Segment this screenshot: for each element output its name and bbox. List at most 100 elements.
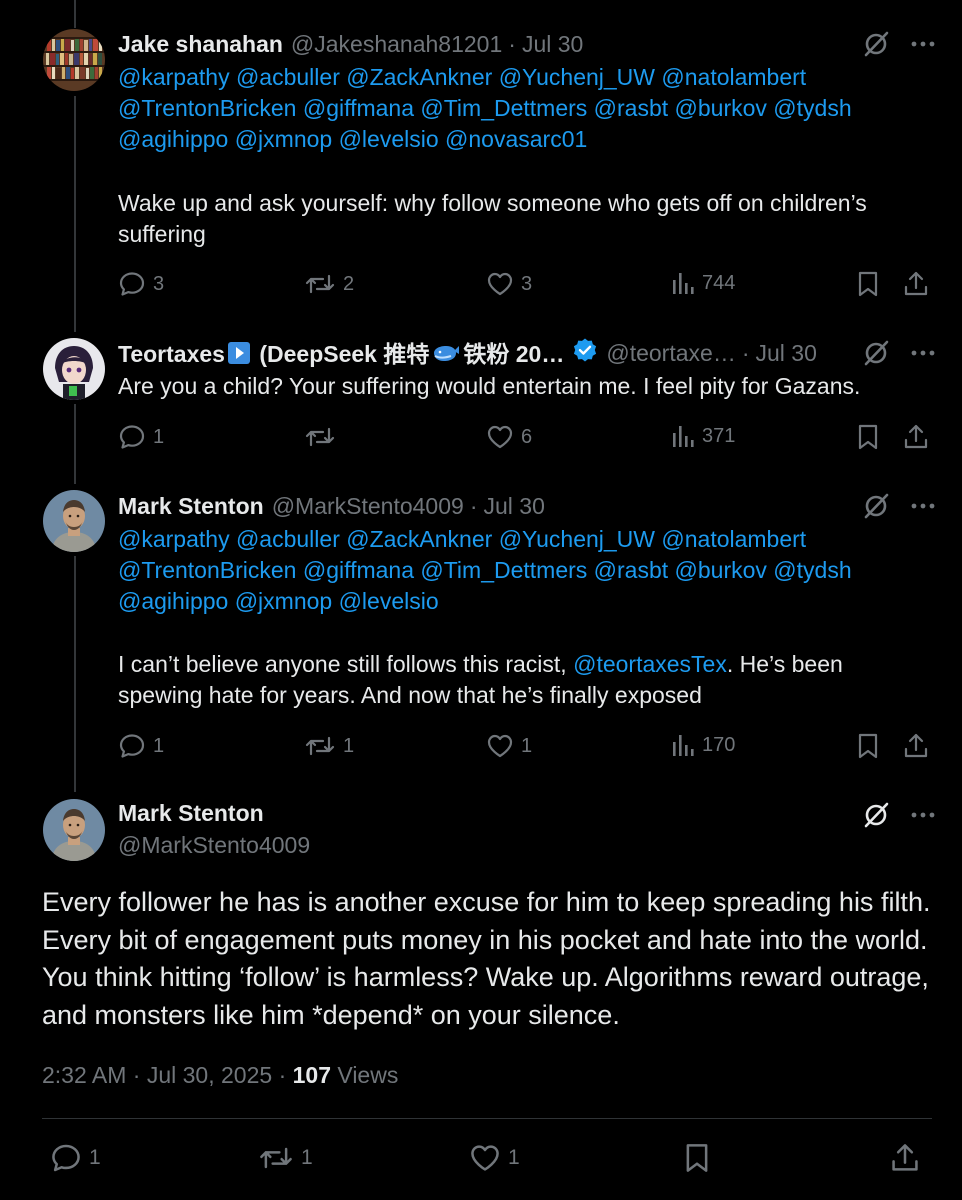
reply3-body-mention[interactable]: @teortaxesTex xyxy=(573,651,727,677)
share-button[interactable] xyxy=(903,270,929,298)
share-button[interactable] xyxy=(890,1142,920,1174)
reply3-header: Mark Stenton @MarkStento4009 · Jul 30 xyxy=(118,489,922,523)
reply3-body-text: . He’s been xyxy=(726,651,843,677)
reply1-mention-line[interactable]: @agihippo @jxmnop @levelsio @novasarc01 xyxy=(118,124,918,155)
views-icon xyxy=(671,732,695,758)
avatar-teortaxes[interactable] xyxy=(43,338,105,400)
reply1-mention-line[interactable]: @TrentonBricken @giffmana @Tim_Dettmers … xyxy=(118,93,918,124)
reply2-name-part2: (DeepSeek 推特 xyxy=(252,341,430,368)
repost-icon xyxy=(304,423,336,451)
views-button[interactable]: 744 xyxy=(671,270,735,296)
views-button[interactable]: 371 xyxy=(671,423,735,449)
repost-icon xyxy=(258,1142,294,1174)
meta-dot-separator: · xyxy=(278,1062,293,1088)
reply-button[interactable]: 1 xyxy=(118,423,164,451)
views-icon xyxy=(671,423,695,449)
bookmark-button[interactable] xyxy=(856,423,880,451)
avatar-jake[interactable] xyxy=(43,29,105,91)
more-icon[interactable] xyxy=(910,340,936,366)
repost-icon xyxy=(304,732,336,760)
bookmark-button[interactable] xyxy=(856,270,880,298)
main-time[interactable]: 2:32 AM xyxy=(42,1062,126,1088)
like-button[interactable]: 1 xyxy=(469,1142,520,1174)
more-icon[interactable] xyxy=(910,31,936,57)
reply3-author-name[interactable]: Mark Stenton xyxy=(118,493,264,520)
repost-button[interactable]: 2 xyxy=(304,270,354,298)
reply2-actions: 1 6 371 xyxy=(118,423,930,453)
repost-button[interactable] xyxy=(304,423,343,451)
avatar-mark-stenton-main[interactable] xyxy=(43,799,105,861)
main-author-handle[interactable]: @MarkStento4009 xyxy=(118,832,310,859)
grok-icon[interactable] xyxy=(862,492,890,520)
meta-dot-separator: · xyxy=(132,1062,147,1088)
reply-count: 1 xyxy=(89,1146,101,1169)
reply1-author-handle[interactable]: @Jakeshanah81201 xyxy=(291,31,502,58)
grok-icon[interactable] xyxy=(862,801,890,829)
reply3-mention-line[interactable]: @karpathy @acbuller @ZackAnkner @Yuchenj… xyxy=(118,524,918,555)
bookmark-icon xyxy=(856,732,880,760)
reply1-date[interactable]: Jul 30 xyxy=(522,31,583,58)
reply1-mentions: @karpathy @acbuller @ZackAnkner @Yuchenj… xyxy=(118,62,918,155)
more-icon[interactable] xyxy=(910,493,936,519)
like-icon xyxy=(469,1142,501,1174)
reply-count: 1 xyxy=(153,734,165,757)
whale-emoji-icon xyxy=(431,341,461,371)
like-button[interactable]: 6 xyxy=(486,423,532,451)
divider xyxy=(42,1118,932,1119)
bookmark-button[interactable] xyxy=(683,1142,711,1174)
bookmark-icon xyxy=(856,423,880,451)
like-button[interactable]: 1 xyxy=(486,732,532,760)
verified-badge-icon[interactable] xyxy=(572,337,598,369)
repost-count: 1 xyxy=(343,734,355,757)
main-views-label: Views xyxy=(337,1062,399,1088)
like-icon xyxy=(486,270,514,298)
bookmark-icon xyxy=(856,270,880,298)
bookmark-icon xyxy=(683,1142,711,1174)
repost-count: 1 xyxy=(301,1146,313,1169)
reply-count: 3 xyxy=(153,272,165,295)
reply1-author-name[interactable]: Jake shanahan xyxy=(118,31,283,58)
reply3-body-line1: I can’t believe anyone still follows thi… xyxy=(118,649,918,680)
main-author-name[interactable]: Mark Stenton xyxy=(118,800,264,827)
reply3-mention-line[interactable]: @TrentonBricken @giffmana @Tim_Dettmers … xyxy=(118,555,918,586)
reply2-date[interactable]: Jul 30 xyxy=(756,340,817,367)
views-count: 371 xyxy=(702,424,736,447)
like-icon xyxy=(486,732,514,760)
grok-icon[interactable] xyxy=(862,30,890,58)
grok-icon[interactable] xyxy=(862,339,890,367)
reply2-author-name[interactable]: Teortaxes (DeepSeek 推特 铁粉 20… xyxy=(118,335,564,371)
reply-icon xyxy=(118,732,146,760)
share-button[interactable] xyxy=(903,732,929,760)
bookmark-button[interactable] xyxy=(856,732,880,760)
reply3-body: I can’t believe anyone still follows thi… xyxy=(118,649,918,711)
share-icon xyxy=(890,1142,920,1174)
reply2-name-part1: Teortaxes xyxy=(118,341,225,368)
thread-line-2 xyxy=(74,404,76,484)
share-button[interactable] xyxy=(903,423,929,451)
main-top-icons xyxy=(862,801,936,829)
main-date[interactable]: Jul 30, 2025 xyxy=(147,1062,272,1088)
reply1-body: Wake up and ask yourself: why follow som… xyxy=(118,190,867,247)
views-button[interactable]: 170 xyxy=(671,732,735,758)
reply3-body-line2: spewing hate for years. And now that he’… xyxy=(118,682,702,708)
avatar-mark-stenton[interactable] xyxy=(43,490,105,552)
reply3-author-handle[interactable]: @MarkStento4009 xyxy=(272,493,464,520)
reply-button[interactable]: 1 xyxy=(118,732,164,760)
main-views-count: 107 xyxy=(292,1062,331,1088)
reply-button[interactable]: 3 xyxy=(118,270,164,298)
like-count: 1 xyxy=(508,1146,520,1169)
repost-button[interactable]: 1 xyxy=(258,1142,313,1174)
reply3-mention-line[interactable]: @agihippo @jxmnop @levelsio xyxy=(118,586,918,617)
reply3-date[interactable]: Jul 30 xyxy=(483,493,544,520)
more-icon[interactable] xyxy=(910,802,936,828)
reply2-author-handle[interactable]: @teortaxe… xyxy=(606,340,735,367)
reply2-top-icons xyxy=(862,339,936,367)
like-button[interactable]: 3 xyxy=(486,270,532,298)
reply-button[interactable]: 1 xyxy=(50,1142,101,1174)
like-count: 6 xyxy=(521,425,533,448)
reply1-mention-line[interactable]: @karpathy @acbuller @ZackAnkner @Yuchenj… xyxy=(118,62,918,93)
repost-button[interactable]: 1 xyxy=(304,732,354,760)
main-tweet-body: Every follower he has is another excuse … xyxy=(42,887,931,1030)
reply3-top-icons xyxy=(862,492,936,520)
reply3-mentions: @karpathy @acbuller @ZackAnkner @Yuchenj… xyxy=(118,524,918,617)
